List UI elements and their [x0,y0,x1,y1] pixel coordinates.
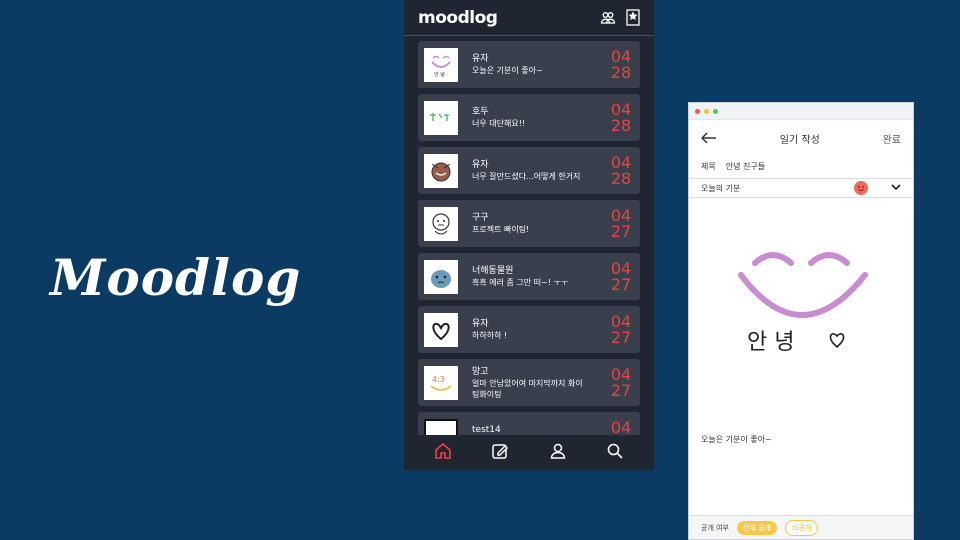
post-date: 04 27 [610,311,632,347]
post-card[interactable]: 4:3 망고 얼마 안남았어여 마지막까지 화이팅화이팅 04 27 [418,359,640,406]
minimize-dot[interactable] [704,108,709,114]
private-option[interactable]: 비공개 [785,519,819,536]
post-card[interactable]: 호두 너우 대단해요!! 04 28 [418,94,640,141]
drawing-canvas[interactable]: 안 녕 [689,198,913,398]
home-icon[interactable] [434,442,452,464]
post-card[interactable]: 너해동물원 흑흑 에러 좀 그만 떠~! ㅜㅜ 04 27 [418,253,640,300]
post-author: 유자 [472,160,489,170]
mood-select[interactable]: 오늘의 기분 [689,178,913,198]
feed-header: moodlog [404,0,654,36]
subject-input[interactable]: 안녕 친구들 [726,161,765,172]
mood-label: 오늘의 기분 [701,183,741,193]
subject-row[interactable]: 제목 안녕 친구들 [689,156,913,176]
post-author: 호두 [472,107,489,117]
friends-icon[interactable] [600,10,616,26]
feed-screen: moodlog 안 녕 유자 오늘은 기분이 좋아~ 04 28 호두 너우 대… [404,0,654,470]
app-logo: moodlog [418,7,498,28]
post-body: 오늘은 기분이 좋아~ [472,66,543,75]
write-title: 일기 작성 [779,134,820,146]
privacy-bar: 공개 여부 전체 공개 비공개 [689,515,913,539]
svg-text:안 녕: 안 녕 [434,71,445,78]
post-date: 04 28 [610,152,632,188]
post-author: 유자 [472,54,489,64]
brand-title: Moodlog [50,248,302,307]
public-option[interactable]: 전체 공개 [737,520,777,535]
post-card[interactable]: 유자 너무 잘만드셨다...어떻게 한거지 04 28 [418,147,640,194]
chevron-down-icon[interactable] [891,183,901,193]
post-author: 너해동물원 [472,266,514,276]
back-arrow-icon[interactable] [700,129,717,148]
post-body: 너우 대단해요!! [472,119,526,128]
privacy-label: 공개 여부 [701,523,729,532]
svg-text:4:3: 4:3 [432,375,445,384]
post-thumbnail [424,259,458,294]
subject-label: 제목 [701,161,716,171]
post-date: 04 28 [610,46,632,82]
drawing-text: 안 녕 [747,330,794,355]
post-thumbnail [424,100,458,135]
write-header: 일기 작성 완료 [689,120,913,156]
post-body: 흑흑 에러 좀 그만 떠~! ㅜㅜ [472,278,569,287]
post-date: 04 27 [610,205,632,241]
bookmark-icon[interactable] [626,9,640,26]
post-thumbnail [424,153,458,188]
post-date: 04 27 [610,258,632,294]
post-thumbnail [424,206,458,241]
post-thumbnail: 4:3 [424,365,458,400]
post-list: 안 녕 유자 오늘은 기분이 좋아~ 04 28 호두 너우 대단해요!! 04 2… [404,36,654,459]
post-card[interactable]: 유자 하하하하 ! 04 27 [418,306,640,353]
write-screen: 일기 작성 완료 제목 안녕 친구들 오늘의 기분 안 녕 오늘은 기분이 좋아… [688,102,914,540]
post-body: 너무 잘만드셨다...어떻게 한거지 [472,172,581,181]
close-dot[interactable] [695,108,700,114]
tab-bar [404,435,654,470]
done-button[interactable]: 완료 [883,131,901,146]
post-body: 프로젝트 빠이팅! [472,225,530,234]
post-body: 얼마 안남았어여 마지막까지 화이팅화이팅 [472,378,583,399]
post-author: 구구 [472,213,489,223]
post-date: 04 28 [610,99,632,135]
profile-icon[interactable] [549,442,567,464]
post-card[interactable]: 구구 프로젝트 빠이팅! 04 27 [418,200,640,247]
post-thumbnail: 안 녕 [424,47,458,82]
post-thumbnail [424,312,458,347]
mood-face-icon [853,181,868,195]
post-card[interactable]: 안 녕 유자 오늘은 기분이 좋아~ 04 28 [418,41,640,88]
search-icon[interactable] [606,442,624,464]
post-author: 유자 [472,319,489,329]
diary-body[interactable]: 오늘은 기분이 좋아~ [689,434,913,445]
window-controls [689,103,913,120]
post-date: 04 27 [610,364,632,400]
edit-icon[interactable] [491,442,509,464]
post-author: 망고 [472,366,489,377]
maximize-dot[interactable] [713,108,718,114]
post-body: 하하하하 ! [472,331,508,340]
